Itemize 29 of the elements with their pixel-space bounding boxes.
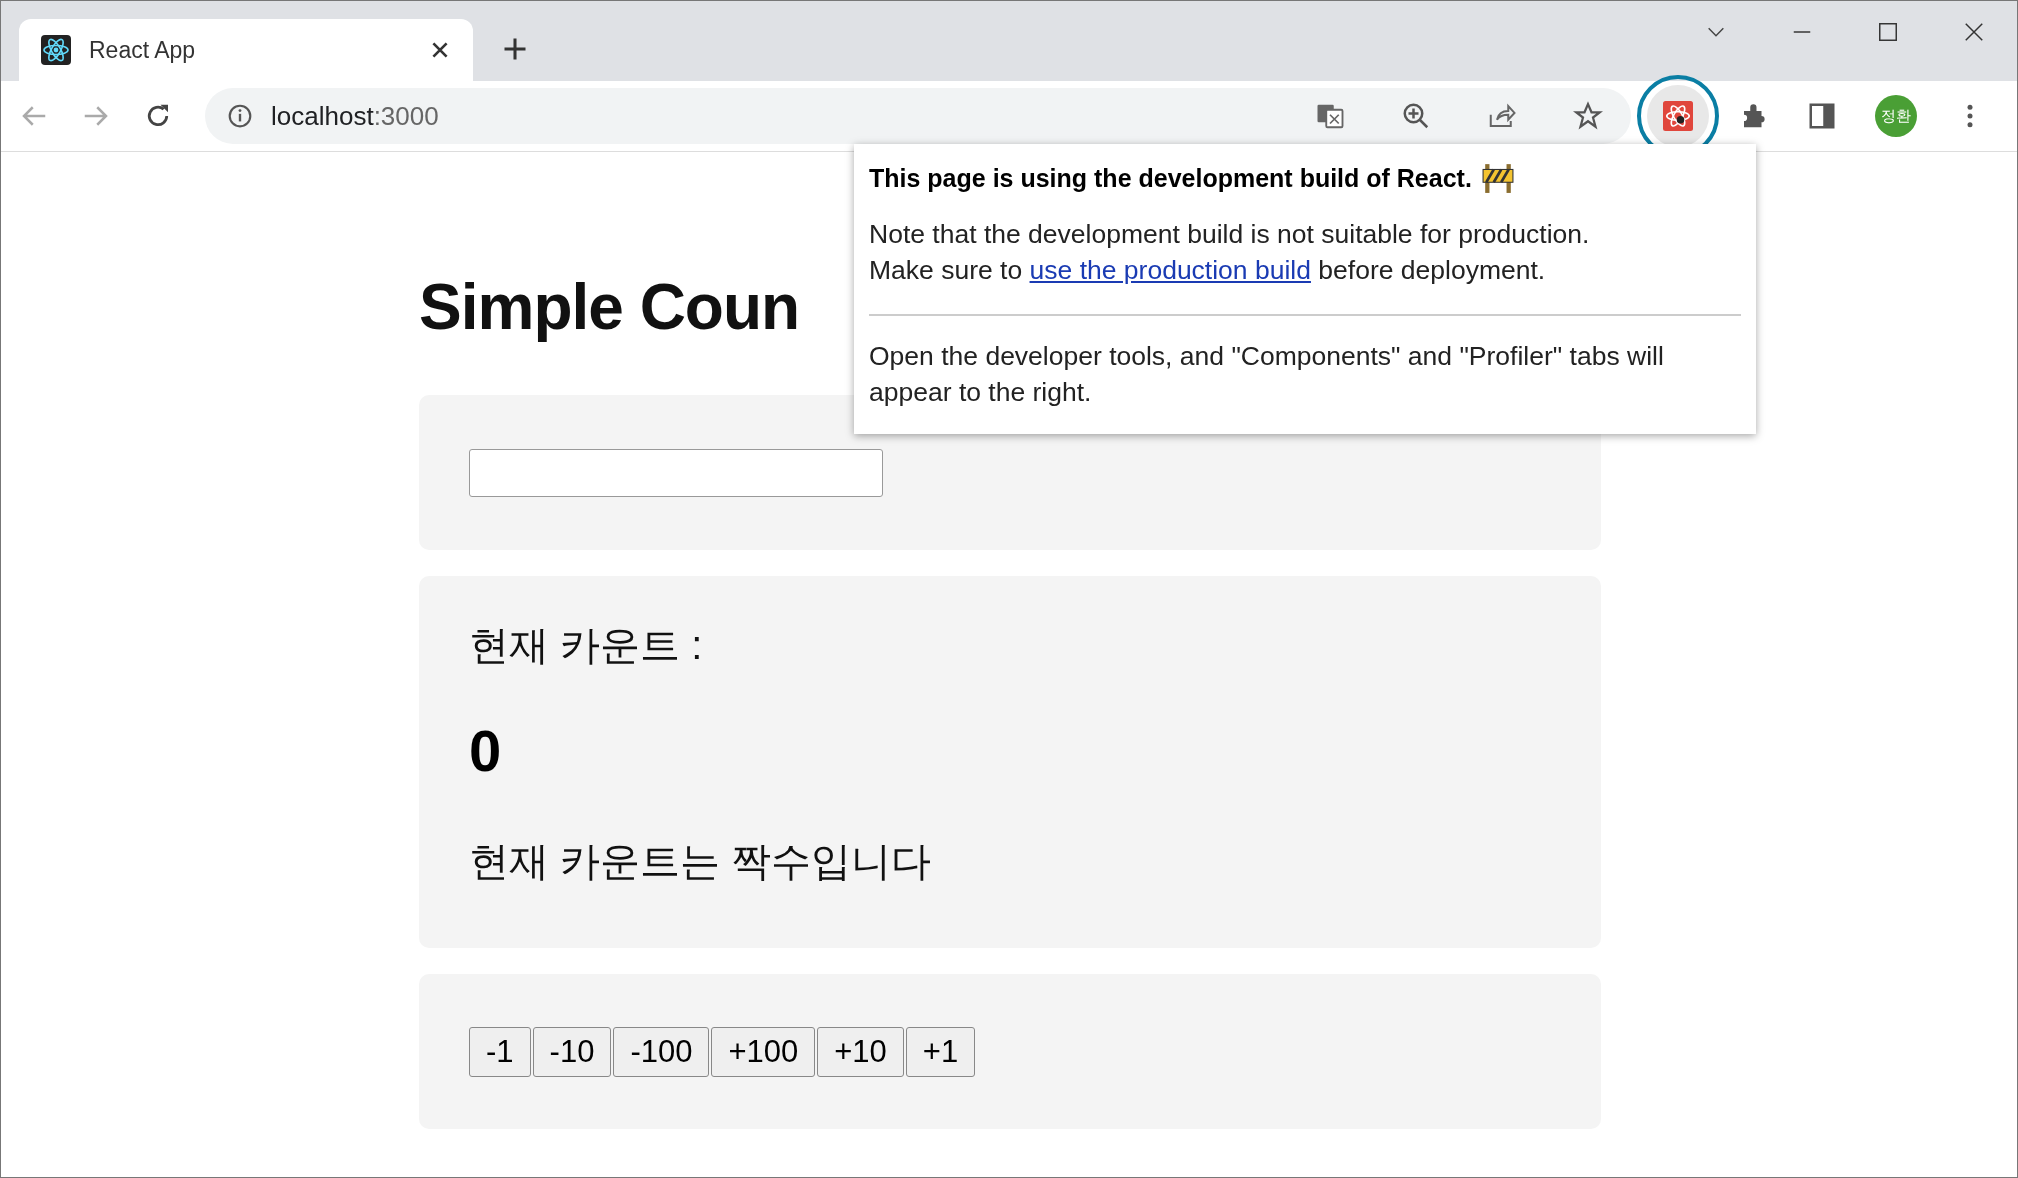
maximize-icon[interactable] [1877,21,1899,43]
star-icon[interactable] [1573,101,1603,131]
zoom-in-icon[interactable] [1401,101,1431,131]
count-button[interactable]: -100 [613,1026,710,1077]
side-panel-icon[interactable] [1807,101,1837,131]
count-label: 현재 카운트 : [469,622,704,669]
count-button[interactable]: +100 [711,1026,816,1077]
count-value: 0 [469,717,503,784]
extension-button[interactable] [1647,85,1709,147]
browser-tab[interactable]: React App [19,19,473,81]
close-icon[interactable] [1963,21,1985,43]
barrier-icon [1481,162,1514,194]
count-button[interactable]: +10 [817,1026,904,1077]
parity-text: 현재 카운트는 짝수입니다 [469,838,933,885]
count-button[interactable]: -1 [469,1026,531,1077]
count-button[interactable]: -10 [532,1026,612,1077]
address-bar[interactable]: localhost:3000 [205,88,1631,144]
popup-text: Note that the development build is not suitable for production. Make sure to use the production build before deployment. [869,218,1591,287]
popup-hint: Open the developer tools, and "Components" and "Profiler" tabs will appear to the right. [869,340,1665,409]
info-icon[interactable] [227,103,253,129]
popup-title: This page is using the development build of React. [869,163,1472,193]
page-heading: Simple Coun [419,270,800,345]
input-field[interactable] [469,448,883,497]
atom-icon [1663,101,1693,131]
production-build-link[interactable]: use the production build [1029,255,1311,285]
url-text: localhost:3000 [271,100,439,132]
tab-title: React App [89,36,197,64]
atom-icon [41,35,71,65]
count-button[interactable]: +1 [905,1026,976,1077]
